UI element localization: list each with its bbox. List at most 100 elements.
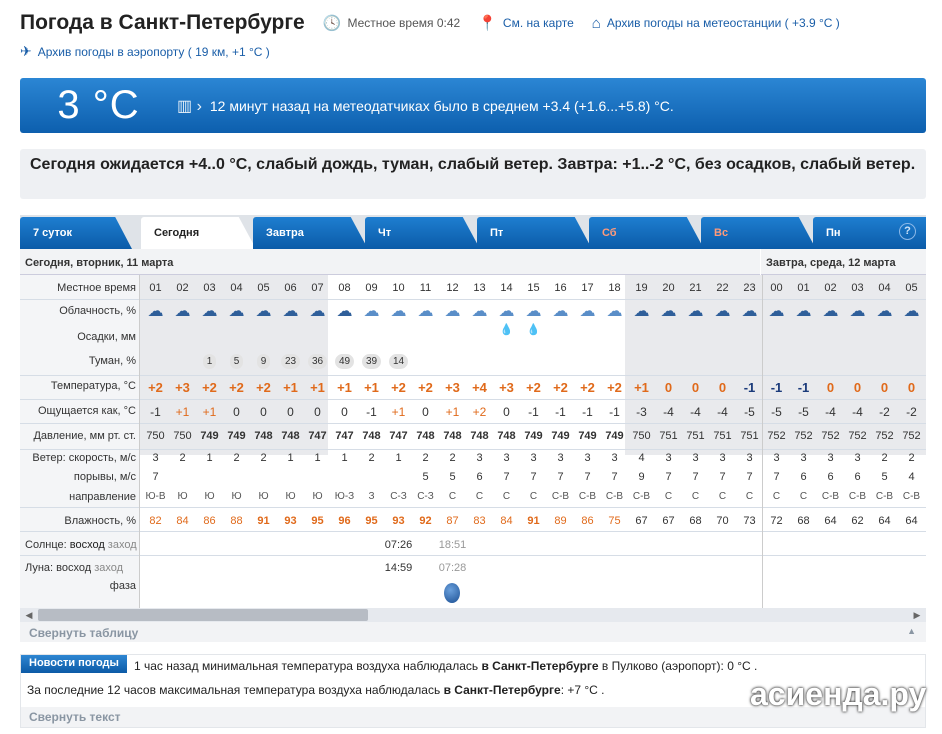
cloud-icon: ☁	[525, 303, 542, 320]
airport-link-label[interactable]: Архив погоды в аэропорту	[38, 45, 185, 59]
cloud-icon: ☁	[687, 303, 704, 320]
fog-cell: 14	[385, 354, 412, 369]
tab-sat[interactable]: Сб	[589, 217, 704, 249]
collapse-table-label[interactable]: Свернуть таблицу	[29, 626, 138, 640]
fog-value: 49	[334, 354, 355, 369]
feels-cell: -4	[663, 405, 674, 419]
hour-cell: 07	[311, 282, 324, 294]
humidity-cell: 75	[608, 515, 621, 527]
wind-cell: 2	[449, 452, 456, 464]
gust-cell: 7	[773, 471, 780, 483]
pressure-cell: 749	[227, 430, 246, 442]
tomorrow-header: Завтра, среда, 12 марта	[761, 249, 926, 275]
temp-cell: 0	[691, 380, 700, 395]
hour-cell: 22	[716, 282, 729, 294]
label-time: Местное время	[57, 282, 136, 294]
day-tabs: 7 суток Сегодня Завтра Чт Пт Сб Вс Пн ?	[20, 215, 926, 249]
pressure-cell: 750	[632, 430, 651, 442]
feels-cell: -5	[771, 405, 782, 419]
tab-fri[interactable]: Пт	[477, 217, 592, 249]
table-scrollbar[interactable]: ◀ ▶	[20, 608, 926, 622]
map-link-label[interactable]: См. на карте	[503, 16, 574, 30]
gust-cell: 6	[476, 471, 483, 483]
feels-cell: 0	[341, 405, 348, 419]
scroll-thumb[interactable]	[38, 609, 368, 621]
hour-cell: 18	[608, 282, 621, 294]
tab-7-days[interactable]: 7 суток	[20, 217, 132, 249]
wind-cell: 1	[314, 452, 321, 464]
station-archive-link[interactable]: ⌂ Архив погоды на метеостанции ( +3.9 °C…	[592, 15, 840, 32]
clock-icon: 🕓	[322, 15, 342, 32]
cloud-icon: ☁	[390, 303, 407, 320]
humidity-cell: 84	[500, 515, 513, 527]
rain-icon: 💧	[499, 324, 514, 336]
humidity-cell: 62	[851, 515, 864, 527]
news-line-2-b: в Санкт-Петербурге	[443, 683, 561, 697]
feels-cell: 0	[503, 405, 510, 419]
fog-value: 39	[361, 354, 382, 369]
cloud-icon: ☁	[714, 303, 731, 320]
pressure-cell: 747	[335, 430, 354, 442]
wind-cell: 2	[179, 452, 186, 464]
cloud-icon: ☁	[417, 303, 434, 320]
news-badge: Новости погоды	[21, 655, 127, 673]
cloud-icon: ☁	[363, 303, 380, 320]
cloud-icon: ☁	[822, 303, 839, 320]
hour-cell: 06	[284, 282, 297, 294]
temp-cell: 0	[664, 380, 673, 395]
fog-value: 36	[307, 354, 328, 369]
wind-cell: 3	[692, 452, 699, 464]
fog-cell: 39	[358, 354, 385, 369]
collapse-table-link[interactable]: Свернуть таблицу ▲	[20, 622, 926, 642]
humidity-cell: 92	[419, 515, 432, 527]
label-phase: фаза	[109, 580, 136, 592]
gust-cell: 4	[908, 471, 915, 483]
hour-cell: 09	[365, 282, 378, 294]
label-dir: направление	[69, 491, 136, 503]
fog-value: 14	[388, 354, 409, 369]
col-divider	[139, 275, 140, 608]
tab-today[interactable]: Сегодня	[141, 217, 256, 249]
scroll-right-icon[interactable]: ▶	[910, 608, 924, 622]
local-time-value: 0:42	[436, 16, 461, 30]
tab-tomorrow[interactable]: Завтра	[253, 217, 368, 249]
airport-archive-link[interactable]: ✈ Архив погоды в аэропорту ( 19 км, +1 °…	[20, 43, 270, 60]
gust-cell: 9	[638, 471, 645, 483]
sunrise-time: 07:26	[384, 539, 413, 551]
help-icon[interactable]: ?	[899, 223, 916, 240]
label-clouds: Облачность, %	[59, 305, 136, 317]
wind-cell: 2	[260, 452, 267, 464]
hour-cell: 04	[878, 282, 891, 294]
row-divider	[20, 449, 926, 450]
label-fog: Туман, %	[88, 355, 136, 367]
feels-cell: +2	[472, 405, 487, 419]
humidity-cell: 84	[176, 515, 189, 527]
moonset-time: 07:28	[438, 562, 467, 574]
scroll-left-icon[interactable]: ◀	[22, 608, 36, 622]
map-link[interactable]: 📍 См. на карте	[478, 14, 574, 32]
label-feels: Ощущается как, °C	[37, 405, 136, 417]
temp-cell: +2	[526, 380, 541, 395]
pressure-cell: 748	[470, 430, 489, 442]
wind-cell: 2	[233, 452, 240, 464]
hour-cell: 15	[527, 282, 540, 294]
fog-cell: 23	[277, 354, 304, 369]
label-humidity: Влажность, %	[64, 515, 136, 527]
gust-cell: 7	[152, 471, 159, 483]
cloud-icon: ☁	[336, 303, 353, 320]
tab-thu[interactable]: Чт	[365, 217, 480, 249]
feels-cell: -4	[852, 405, 863, 419]
pressure-cell: 752	[902, 430, 921, 442]
feels-cell: -1	[582, 405, 593, 419]
temp-cell: -1	[743, 380, 756, 395]
today-header: Сегодня, вторник, 11 марта	[20, 249, 760, 275]
station-icon: ⌂	[591, 14, 601, 32]
feels-cell: -2	[906, 405, 917, 419]
cloud-icon: ☁	[633, 303, 650, 320]
wind-cell: 3	[773, 452, 780, 464]
station-link-label[interactable]: Архив погоды на метеостанции	[607, 16, 781, 30]
tab-sun[interactable]: Вс	[701, 217, 816, 249]
current-temp: 3 °C	[57, 83, 140, 127]
pressure-cell: 749	[524, 430, 543, 442]
cloud-icon: ☁	[876, 303, 893, 320]
